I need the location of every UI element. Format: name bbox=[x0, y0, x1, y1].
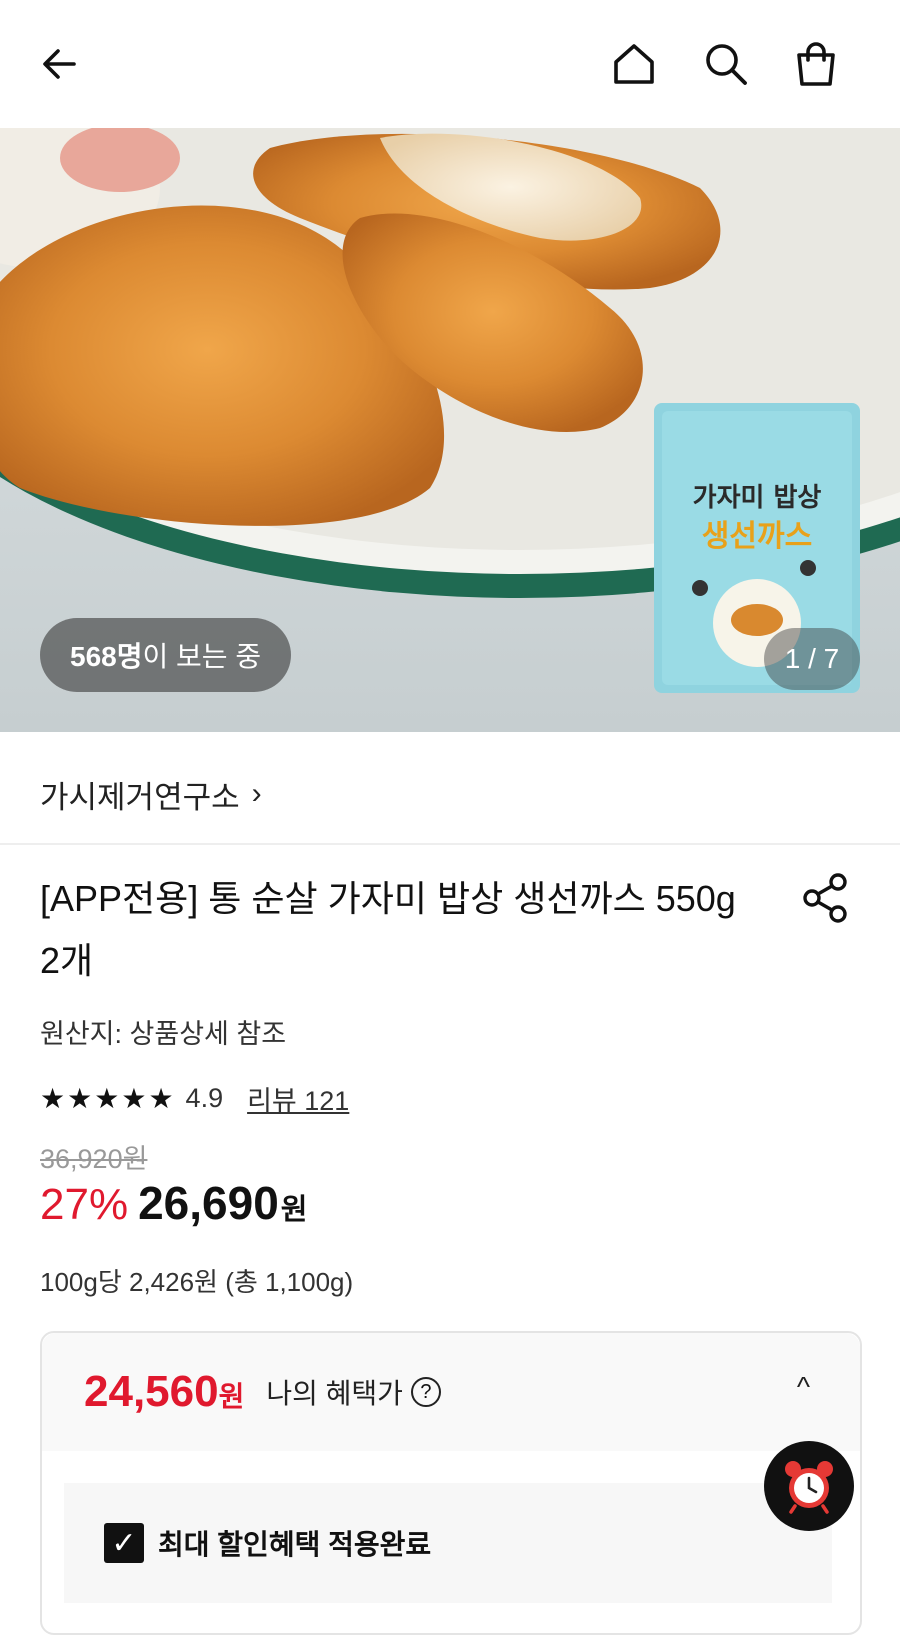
search-icon[interactable] bbox=[698, 36, 754, 92]
section-divider bbox=[0, 843, 900, 845]
image-page-indicator: 1 / 7 bbox=[764, 628, 860, 690]
help-icon[interactable]: ? bbox=[410, 1377, 441, 1407]
chevron-up-icon[interactable]: ^ bbox=[797, 1371, 810, 1403]
viewers-count: 568명 bbox=[70, 641, 143, 672]
viewers-count-badge: 568명 이 보는 중 bbox=[40, 618, 292, 692]
benefit-price-currency: 원 bbox=[218, 1381, 245, 1412]
arrow-left-icon[interactable] bbox=[32, 36, 88, 92]
sale-price: 26,690 bbox=[138, 1177, 279, 1229]
alarm-clock-icon bbox=[785, 1461, 833, 1514]
brand-name: 가시제거연구소 bbox=[40, 779, 240, 815]
star-icon: ★ bbox=[148, 1082, 174, 1114]
sale-price-currency: 원 bbox=[280, 1194, 308, 1226]
star-icon: ★ bbox=[40, 1082, 66, 1114]
max-discount-label: 최대 할인혜택 적용완료 bbox=[158, 1529, 432, 1560]
benefit-price-panel: 24,560원 나의 혜택가 ? ^ ✓ 최대 할인혜택 적용완료 bbox=[40, 1331, 862, 1635]
rating-row: ★ ★ ★ ★ ★ 4.9 리뷰 121 bbox=[40, 1076, 349, 1120]
share-icon[interactable] bbox=[798, 870, 854, 926]
origin-info: 원산지: 상품상세 참조 bbox=[40, 1019, 287, 1049]
max-discount-checkbox[interactable]: ✓ bbox=[104, 1523, 144, 1563]
viewers-suffix: 이 보는 중 bbox=[142, 641, 262, 672]
package-title-text: 가자미 밥상 bbox=[693, 483, 822, 513]
chevron-right-icon: › bbox=[251, 777, 262, 810]
star-icon: ★ bbox=[94, 1082, 120, 1114]
rating-score: 4.9 bbox=[185, 1082, 224, 1113]
benefit-label: 나의 혜택가 bbox=[266, 1378, 403, 1409]
max-discount-row: ✓ 최대 할인혜택 적용완료 bbox=[64, 1483, 832, 1603]
unit-price: 100g당 2,426원 (총 1,100g) bbox=[40, 1267, 354, 1297]
star-icon: ★ bbox=[67, 1082, 93, 1114]
product-image-gallery[interactable]: 가자미 밥상 생선까스 568명 이 보는 중 1 / 7 bbox=[0, 128, 900, 732]
star-rating: ★ ★ ★ ★ ★ bbox=[40, 1082, 176, 1115]
shopping-bag-icon[interactable] bbox=[788, 36, 844, 92]
product-title: [APP전용] 통 순살 가자미 밥상 생선까스 550g 2개 bbox=[40, 878, 736, 981]
review-count-link[interactable]: 리뷰 121 bbox=[247, 1079, 349, 1118]
top-navigation-bar bbox=[0, 0, 900, 128]
original-price: 36,920원 bbox=[40, 1144, 148, 1174]
package-subtitle-text: 생선까스 bbox=[702, 519, 812, 554]
alarm-clock-button[interactable] bbox=[764, 1441, 854, 1531]
brand-link[interactable]: 가시제거연구소 › bbox=[40, 764, 262, 824]
price-row: 27% 26,690 원 bbox=[40, 1176, 307, 1240]
star-icon: ★ bbox=[121, 1082, 147, 1114]
home-icon[interactable] bbox=[606, 36, 662, 92]
benefit-price-value: 24,560 bbox=[84, 1367, 219, 1416]
benefit-price-header[interactable]: 24,560원 나의 혜택가 ? ^ bbox=[42, 1333, 860, 1451]
discount-rate: 27% bbox=[40, 1180, 129, 1229]
benefit-price: 24,560원 bbox=[84, 1367, 244, 1417]
